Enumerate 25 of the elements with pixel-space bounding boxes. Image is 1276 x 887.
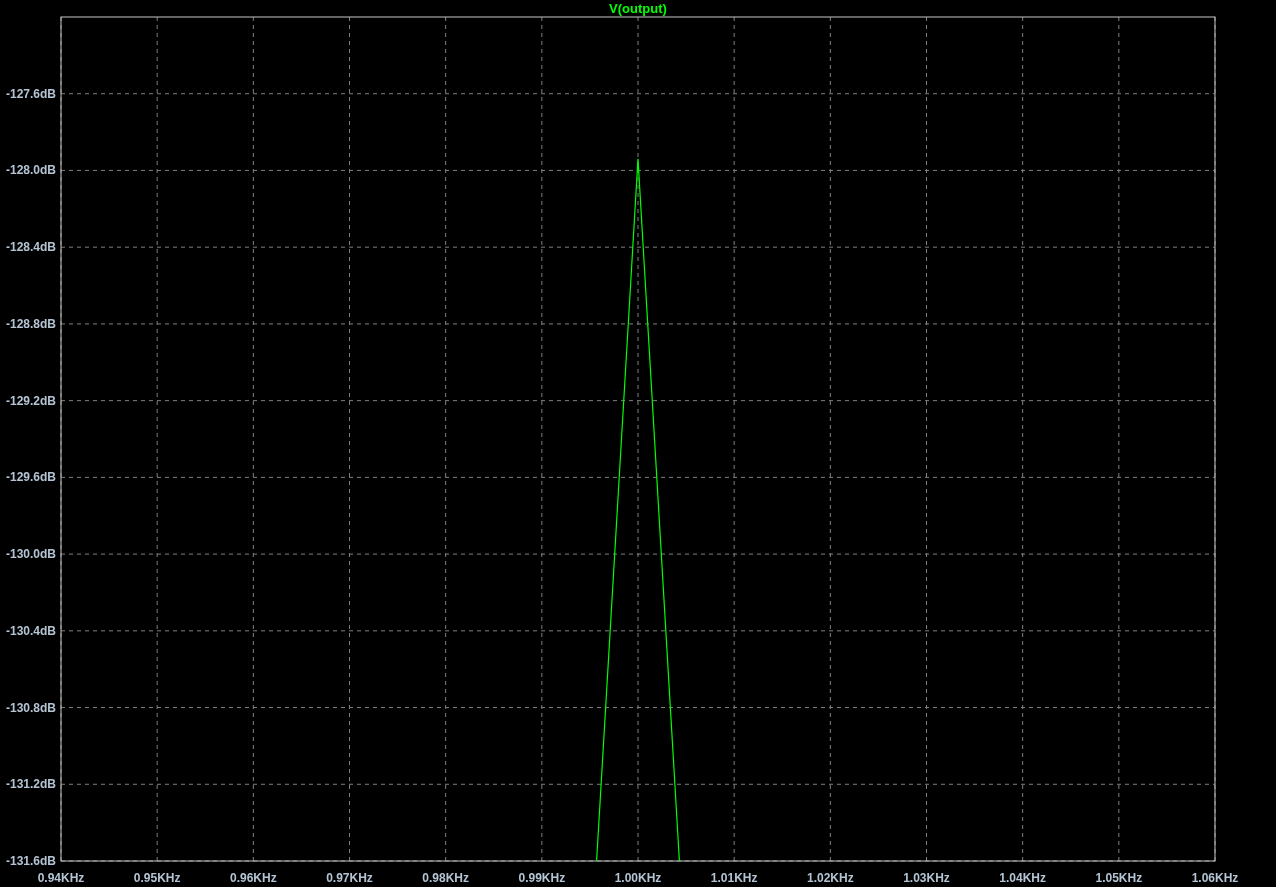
x-tick-label: 0.94KHz	[37, 871, 85, 885]
trace-label: V(output)	[609, 1, 667, 16]
y-tick-label: -128.4dB	[5, 240, 56, 255]
y-tick-label: -129.2dB	[5, 393, 56, 408]
y-tick-label: -128.0dB	[5, 163, 56, 178]
x-tick-label: 1.05KHz	[1095, 871, 1143, 885]
x-tick-label: 0.96KHz	[230, 871, 277, 885]
x-tick-label: 1.06KHz	[1191, 871, 1239, 885]
x-tick-label: 0.97KHz	[326, 871, 373, 885]
y-tick-label: -129.6dB	[5, 470, 56, 485]
x-tick-label: 0.95KHz	[133, 871, 181, 885]
y-tick-label: -130.4dB	[5, 623, 56, 638]
y-tick-label: -130.0dB	[5, 547, 56, 562]
x-tick-label: 0.98KHz	[422, 871, 469, 885]
y-tick-label: -131.2dB	[5, 777, 56, 792]
x-tick-label: 1.01KHz	[710, 871, 758, 885]
y-tick-label: -127.6dB	[5, 86, 56, 101]
x-tick-label: 1.04KHz	[999, 871, 1046, 885]
y-tick-label: -131.6dB	[5, 854, 56, 868]
x-tick-label: 1.02KHz	[807, 871, 854, 885]
x-tick-label: 1.03KHz	[903, 871, 950, 885]
y-tick-label: -130.8dB	[5, 700, 56, 715]
x-tick-label: 0.99KHz	[518, 871, 566, 885]
x-tick-label: 1.00KHz	[614, 871, 662, 885]
y-tick-label: -128.8dB	[5, 316, 56, 331]
